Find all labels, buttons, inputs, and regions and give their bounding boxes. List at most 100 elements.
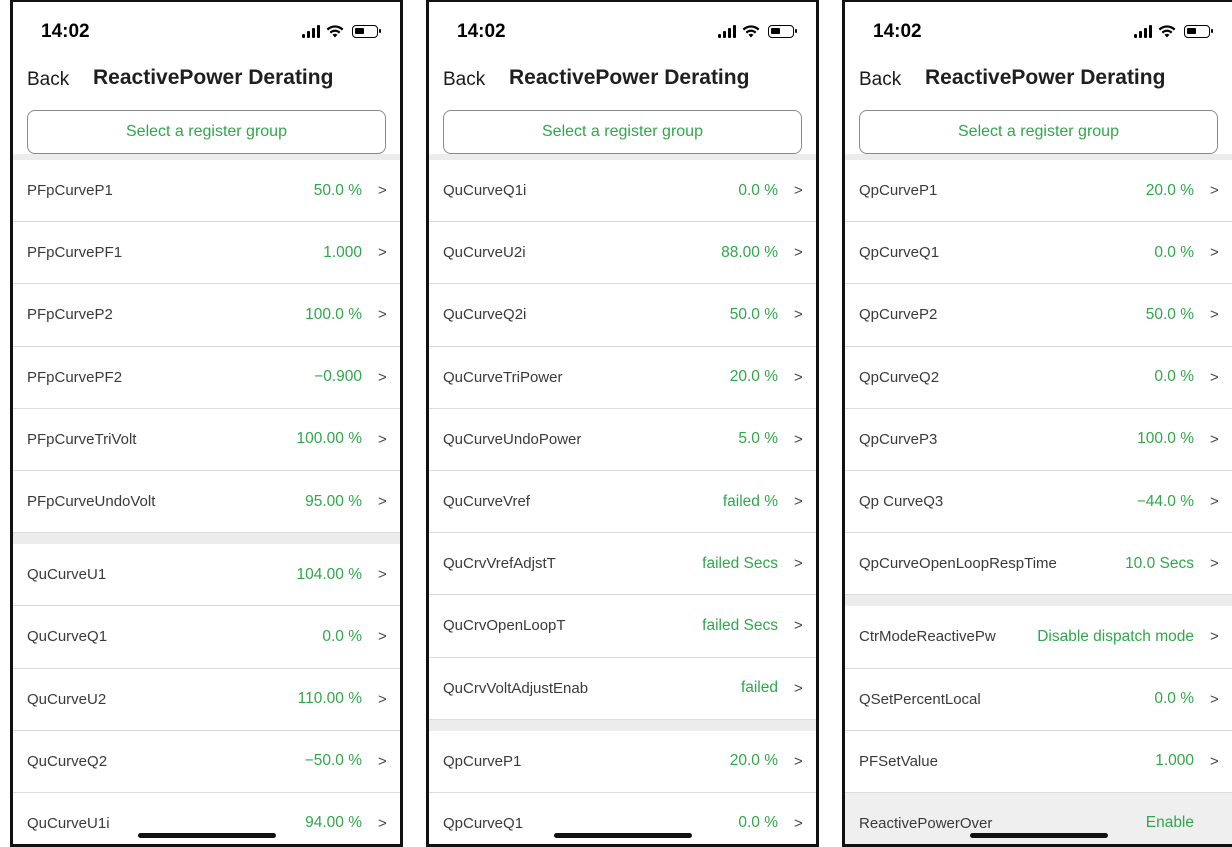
- status-icons: [302, 24, 381, 38]
- list-item[interactable]: QpCurveP1 20.0 % >: [845, 160, 1232, 223]
- item-value: 20.0 %: [1145, 181, 1194, 199]
- home-indicator[interactable]: [553, 833, 692, 838]
- item-value: 110.00 %: [297, 690, 362, 708]
- status-time: 14:02: [41, 21, 90, 42]
- item-label: QuCurveU1: [27, 566, 107, 584]
- list-item[interactable]: QuCurveQ1i 0.0 % >: [429, 160, 816, 223]
- item-value: failed Secs: [702, 554, 778, 572]
- item-label: QpCurveP2: [859, 306, 938, 324]
- item-label: QpCurveQ1: [859, 244, 940, 262]
- chevron-right-icon: >: [794, 306, 803, 324]
- item-value: 20.0 %: [729, 368, 778, 386]
- item-label: PFpCurveP2: [27, 306, 113, 324]
- item-label: PFpCurvePF1: [27, 244, 123, 262]
- item-label: ReactivePowerOver: [859, 814, 993, 832]
- chevron-right-icon: >: [794, 752, 803, 770]
- status-time: 14:02: [873, 21, 922, 42]
- item-value: 94.00 %: [305, 814, 362, 832]
- cellular-signal-icon: [302, 24, 320, 38]
- list-item[interactable]: PFpCurvePF1 1.000 >: [13, 222, 400, 285]
- home-indicator[interactable]: [969, 833, 1108, 838]
- list-item[interactable]: QpCurveP3 100.0 % >: [845, 408, 1232, 471]
- list-item[interactable]: QuCrvOpenLoopT failed Secs >: [429, 595, 816, 658]
- list-item[interactable]: CtrModeReactivePw Disable dispatch mode >: [845, 606, 1232, 669]
- chevron-right-icon: >: [1210, 628, 1219, 646]
- item-label: QuCrvVrefAdjstT: [443, 555, 556, 573]
- chevron-right-icon: >: [794, 244, 803, 262]
- home-indicator[interactable]: [137, 833, 276, 838]
- list-item[interactable]: QpCurveOpenLoopRespTime 10.0 Secs >: [845, 533, 1232, 596]
- item-label: Qp CurveQ3: [859, 493, 944, 511]
- cellular-signal-icon: [1134, 24, 1152, 38]
- list-item[interactable]: Qp CurveQ3 −44.0 % >: [845, 470, 1232, 534]
- list-item[interactable]: QpCurveQ1 0.0 % >: [845, 222, 1232, 285]
- item-value: 50.0 %: [729, 305, 778, 323]
- chevron-right-icon: >: [378, 690, 387, 708]
- item-value: −44.0 %: [1136, 492, 1194, 510]
- item-value: Enable: [1145, 814, 1194, 832]
- item-label: QuCurveQ2: [27, 752, 108, 770]
- select-register-group-button[interactable]: Select a register group: [443, 110, 802, 154]
- back-button[interactable]: Back: [443, 69, 485, 91]
- list-item[interactable]: QuCurveQ2i 50.0 % >: [429, 284, 816, 347]
- list-item[interactable]: QuCurveU2 110.00 % >: [13, 668, 400, 731]
- item-value: 50.0 %: [1145, 305, 1194, 323]
- item-label: PFpCurveP1: [27, 182, 113, 200]
- list-item[interactable]: QuCurveQ1 0.0 % >: [13, 606, 400, 669]
- item-value: 100.0 %: [1137, 430, 1194, 448]
- list-item[interactable]: PFSetValue 1.000 >: [845, 730, 1232, 793]
- item-label: QuCurveU1i: [27, 814, 110, 832]
- list-item[interactable]: PFpCurveP1 50.0 % >: [13, 160, 400, 223]
- list-item[interactable]: QuCurveTriPower 20.0 % >: [429, 346, 816, 409]
- register-list: PFpCurveP1 50.0 % > PFpCurvePF1 1.000 > PFpC…: [13, 154, 400, 844]
- section-divider: [429, 719, 816, 731]
- select-register-group-button[interactable]: Select a register group: [859, 110, 1218, 154]
- battery-icon: [352, 25, 381, 38]
- item-label: PFpCurvePF2: [27, 368, 123, 386]
- status-bar: 14:02: [845, 2, 1232, 66]
- item-value: 88.00 %: [721, 243, 778, 261]
- item-value: 0.0 %: [1154, 243, 1194, 261]
- item-label: QuCurveQ1i: [443, 182, 527, 200]
- back-button[interactable]: Back: [27, 69, 69, 91]
- list-item[interactable]: QuCrvVoltAdjustEnab failed >: [429, 657, 816, 720]
- chevron-right-icon: >: [378, 306, 387, 324]
- item-label: QuCrvVoltAdjustEnab: [443, 679, 589, 697]
- list-item[interactable]: QuCurveUndoPower 5.0 % >: [429, 408, 816, 471]
- chevron-right-icon: >: [794, 814, 803, 832]
- list-item[interactable]: PFpCurveUndoVolt 95.00 % >: [13, 470, 400, 534]
- list-item[interactable]: PFpCurveTriVolt 100.00 % >: [13, 408, 400, 471]
- list-item[interactable]: QuCurveU1i 94.00 % >: [13, 792, 400, 844]
- chevron-right-icon: >: [1210, 493, 1219, 511]
- list-item[interactable]: QSetPercentLocal 0.0 % >: [845, 668, 1232, 731]
- chevron-right-icon: >: [378, 752, 387, 770]
- item-value: −50.0 %: [304, 752, 362, 770]
- select-register-group-button[interactable]: Select a register group: [27, 110, 386, 154]
- list-item[interactable]: QuCurveU2i 88.00 % >: [429, 222, 816, 285]
- list-item[interactable]: QuCurveU1 104.00 % >: [13, 544, 400, 607]
- item-label: CtrModeReactivePw: [859, 628, 996, 646]
- list-item[interactable]: QuCrvVrefAdjstT failed Secs >: [429, 533, 816, 596]
- list-item[interactable]: ReactivePowerOver Enable: [845, 792, 1232, 844]
- list-item[interactable]: PFpCurveP2 100.0 % >: [13, 284, 400, 347]
- chevron-right-icon: >: [794, 679, 803, 697]
- item-label: QuCurveUndoPower: [443, 430, 582, 448]
- item-label: QuCurveQ2i: [443, 306, 527, 324]
- list-item[interactable]: QpCurveQ1 0.0 % >: [429, 792, 816, 844]
- wifi-icon: [1158, 25, 1176, 38]
- list-item[interactable]: QuCurveVref failed % >: [429, 470, 816, 534]
- chevron-right-icon: >: [1210, 306, 1219, 324]
- item-value: 0.0 %: [1154, 690, 1194, 708]
- list-item[interactable]: QpCurveQ2 0.0 % >: [845, 346, 1232, 409]
- list-item[interactable]: QpCurveP2 50.0 % >: [845, 284, 1232, 347]
- item-value: 95.00 %: [305, 492, 362, 510]
- list-item[interactable]: PFpCurvePF2 −0.900 >: [13, 346, 400, 409]
- item-label: QuCurveQ1: [27, 628, 108, 646]
- back-button[interactable]: Back: [859, 69, 901, 91]
- wifi-icon: [326, 25, 344, 38]
- list-item[interactable]: QpCurveP1 20.0 % >: [429, 730, 816, 793]
- chevron-right-icon: >: [1210, 690, 1219, 708]
- chevron-right-icon: >: [1210, 555, 1219, 573]
- list-item[interactable]: QuCurveQ2 −50.0 % >: [13, 730, 400, 793]
- chevron-right-icon: >: [378, 430, 387, 448]
